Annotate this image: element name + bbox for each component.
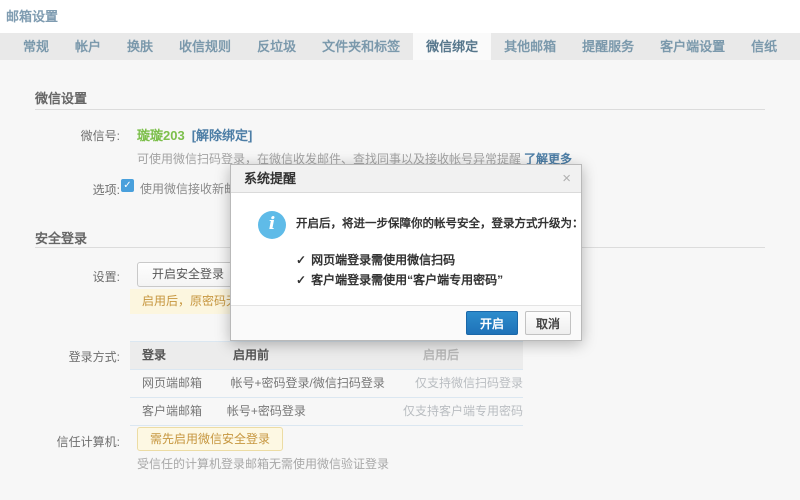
tab-wechat-binding[interactable]: 微信绑定: [413, 33, 491, 60]
wechat-section-title: 微信设置: [35, 88, 87, 107]
dialog-title: 系统提醒: [244, 171, 296, 186]
tab-stationery[interactable]: 信纸: [738, 33, 790, 60]
dialog-message: 开启后，将进一步保障你的帐号安全，登录方式升级为：: [296, 215, 584, 231]
section-divider: [35, 109, 765, 110]
system-prompt-dialog: 系统提醒 × i 开启后，将进一步保障你的帐号安全，登录方式升级为： ✓ 网页端登…: [230, 164, 582, 341]
trusted-computer-label: 信任计算机:: [0, 433, 120, 450]
dialog-point-text: 网页端登录需使用微信扫码: [311, 253, 455, 267]
login-method-label: 登录方式:: [0, 348, 120, 365]
wechat-nickname: 璇璇203: [137, 128, 185, 143]
table-header-login: 登录: [130, 342, 221, 369]
table-cell: 帐号+密码登录: [215, 398, 391, 425]
table-cell: 帐号+密码登录/微信扫码登录: [219, 370, 403, 397]
tab-client-settings[interactable]: 客户端设置: [647, 33, 738, 60]
tab-reminder-service[interactable]: 提醒服务: [569, 33, 647, 60]
check-icon: ✓: [296, 253, 306, 267]
check-icon: ✓: [296, 273, 306, 287]
wechat-account-value: 璇璇203 [解除绑定]: [137, 125, 252, 144]
dialog-point-text: 客户端登录需使用“客户端专用密码”: [311, 273, 503, 287]
table-cell: 网页端邮箱: [130, 370, 219, 397]
dialog-footer: 开启 取消: [231, 305, 581, 340]
table-cell: 仅支持客户端专用密码: [391, 398, 523, 425]
settings-label: 设置:: [0, 268, 120, 285]
tab-other-mailboxes[interactable]: 其他邮箱: [491, 33, 569, 60]
table-row: 客户端邮箱 帐号+密码登录 仅支持客户端专用密码: [130, 398, 523, 426]
tab-account[interactable]: 帐户: [62, 33, 114, 60]
wechat-account-label: 微信号:: [0, 127, 120, 144]
login-method-table: 登录 启用前 启用后 网页端邮箱 帐号+密码登录/微信扫码登录 仅支持微信扫码登…: [130, 341, 523, 426]
options-label: 选项:: [0, 181, 120, 198]
wechat-notify-checkbox[interactable]: ✓: [121, 179, 134, 192]
mail-settings-page: 邮箱设置 常规 帐户 换肤 收信规则 反垃圾 文件夹和标签 微信绑定 其他邮箱 …: [0, 0, 800, 500]
table-header-after: 启用后: [411, 342, 523, 369]
tab-general[interactable]: 常规: [10, 33, 62, 60]
enable-secure-login-button[interactable]: 开启安全登录: [137, 262, 239, 287]
close-icon[interactable]: ×: [562, 165, 571, 192]
table-cell: 客户端邮箱: [130, 398, 215, 425]
trusted-computer-button[interactable]: 需先启用微信安全登录: [137, 427, 283, 451]
dialog-point: ✓ 网页端登录需使用微信扫码: [296, 251, 455, 268]
tab-skin[interactable]: 换肤: [114, 33, 166, 60]
cancel-button[interactable]: 取消: [525, 311, 571, 335]
table-header-row: 登录 启用前 启用后: [130, 342, 523, 370]
tab-folders-labels[interactable]: 文件夹和标签: [309, 33, 413, 60]
dialog-header: 系统提醒 ×: [231, 165, 581, 193]
tab-antispam[interactable]: 反垃圾: [244, 33, 309, 60]
page-title: 邮箱设置: [6, 6, 58, 25]
table-cell: 仅支持微信扫码登录: [403, 370, 523, 397]
security-section-title: 安全登录: [35, 228, 87, 247]
unbind-link[interactable]: [解除绑定]: [192, 128, 253, 143]
dialog-body: i 开启后，将进一步保障你的帐号安全，登录方式升级为： ✓ 网页端登录需使用微信扫…: [231, 193, 581, 305]
tab-mail-rules[interactable]: 收信规则: [166, 33, 244, 60]
dialog-point: ✓ 客户端登录需使用“客户端专用密码”: [296, 271, 503, 288]
settings-tabbar: 常规 帐户 换肤 收信规则 反垃圾 文件夹和标签 微信绑定 其他邮箱 提醒服务 …: [0, 33, 800, 60]
confirm-button[interactable]: 开启: [466, 311, 518, 335]
table-header-before: 启用前: [221, 342, 411, 369]
info-icon: i: [258, 211, 286, 239]
trusted-computer-description: 受信任的计算机登录邮箱无需使用微信验证登录: [137, 455, 389, 472]
table-row: 网页端邮箱 帐号+密码登录/微信扫码登录 仅支持微信扫码登录: [130, 370, 523, 398]
